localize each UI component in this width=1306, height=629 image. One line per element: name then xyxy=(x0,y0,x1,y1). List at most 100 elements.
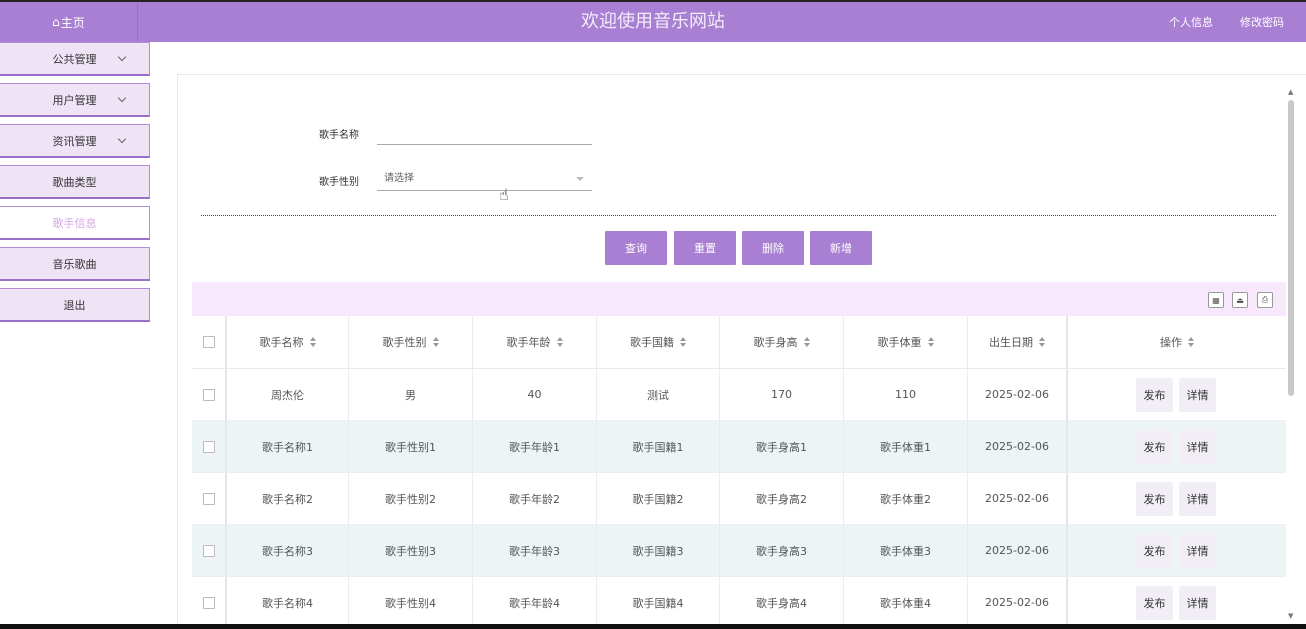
row-actions-cell: 发布 详情 xyxy=(1068,421,1286,472)
row-checkbox[interactable] xyxy=(202,440,215,453)
publish-button[interactable]: 发布 xyxy=(1136,429,1173,464)
delete-button[interactable]: 删除 xyxy=(742,231,804,265)
table-cell: 歌手名称2 xyxy=(227,473,349,524)
singer-gender-select[interactable]: 请选择 xyxy=(377,167,592,191)
sidebar-item-label: 退出 xyxy=(63,298,86,312)
publish-button[interactable]: 发布 xyxy=(1136,585,1173,620)
publish-button[interactable]: 发布 xyxy=(1136,481,1173,516)
search-button[interactable]: 查询 xyxy=(605,231,667,265)
table-row[interactable]: 歌手名称2 歌手性别2 歌手年龄2 歌手国籍2 歌手身高2 歌手体重2 2025-02-06… xyxy=(192,473,1286,525)
row-select-cell xyxy=(192,577,227,628)
table-row[interactable]: 歌手名称3 歌手性别3 歌手年龄3 歌手国籍3 歌手身高3 歌手体重3 2025-02-06… xyxy=(192,525,1286,577)
sidebar-item-users[interactable]: 用户管理 xyxy=(0,83,150,117)
sidebar-item-public[interactable]: 公共管理 xyxy=(0,42,150,76)
sort-icon[interactable] xyxy=(680,337,686,347)
sort-icon[interactable] xyxy=(1188,337,1194,347)
singer-name-input[interactable] xyxy=(377,121,592,145)
table-cell: 2025-02-06 xyxy=(968,421,1068,472)
site-title: 欢迎使用音乐网站 xyxy=(581,11,725,32)
row-select-cell xyxy=(192,473,227,524)
select-all-checkbox[interactable] xyxy=(202,336,215,348)
publish-button[interactable]: 发布 xyxy=(1136,533,1173,568)
sidebar-item-label: 用户管理 xyxy=(52,93,97,107)
header-gender[interactable]: 歌手性别 xyxy=(349,316,473,368)
sidebar-item-logout[interactable]: 退出 xyxy=(0,288,150,322)
sidebar-item-songs[interactable]: 音乐歌曲 xyxy=(0,247,150,281)
table-cell: 歌手性别4 xyxy=(349,577,473,628)
sort-icon[interactable] xyxy=(309,337,316,347)
scroll-down-icon[interactable]: ▼ xyxy=(1288,612,1293,620)
table-cell: 2025-02-06 xyxy=(968,473,1068,524)
sidebar-item-news[interactable]: 资讯管理 xyxy=(0,124,150,158)
details-button[interactable]: 详情 xyxy=(1179,481,1216,516)
header-actions[interactable]: 操作 xyxy=(1068,316,1286,368)
caret-down-icon xyxy=(576,177,584,181)
table-cell: 40 xyxy=(473,369,597,420)
table-cell: 歌手年龄1 xyxy=(473,421,597,472)
row-checkbox[interactable] xyxy=(202,544,215,557)
table-toolbar: ▦ ⏏ ⎙ xyxy=(192,282,1286,316)
details-button[interactable]: 详情 xyxy=(1179,429,1216,464)
header-birthdate[interactable]: 出生日期 xyxy=(968,316,1068,368)
table-row[interactable]: 歌手名称1 歌手性别1 歌手年龄1 歌手国籍1 歌手身高1 歌手体重1 2025-02-06… xyxy=(192,421,1286,473)
print-icon[interactable]: ⎙ xyxy=(1257,292,1273,308)
header-height[interactable]: 歌手身高 xyxy=(720,316,844,368)
row-select-cell xyxy=(192,525,227,576)
sidebar-item-label: 资讯管理 xyxy=(52,134,97,148)
table-cell: 歌手性别2 xyxy=(349,473,473,524)
row-checkbox[interactable] xyxy=(202,596,215,609)
row-checkbox[interactable] xyxy=(202,388,215,401)
change-password-link[interactable]: 修改密码 xyxy=(1240,14,1284,30)
home-button[interactable]: ⌂ 主页 xyxy=(0,2,138,42)
sidebar-item-song-types[interactable]: 歌曲类型 xyxy=(0,165,150,199)
details-button[interactable]: 详情 xyxy=(1179,377,1216,412)
reset-button[interactable]: 重置 xyxy=(674,231,736,265)
sidebar-item-singers[interactable]: 歌手信息 xyxy=(0,206,150,240)
sidebar-item-label: 音乐歌曲 xyxy=(52,257,97,271)
header-nationality[interactable]: 歌手国籍 xyxy=(597,316,720,368)
table-row[interactable]: 歌手名称4 歌手性别4 歌手年龄4 歌手国籍4 歌手身高4 歌手体重4 2025-02-06… xyxy=(192,577,1286,629)
columns-icon[interactable]: ▦ xyxy=(1208,292,1224,308)
table-cell: 歌手身高4 xyxy=(720,577,844,628)
sort-icon[interactable] xyxy=(803,337,810,347)
row-actions-cell: 发布 详情 xyxy=(1068,369,1286,420)
table-header: 歌手名称 歌手性别 歌手年龄 歌手国籍 歌手身高 歌手体重 出生日期 操作 xyxy=(192,316,1286,369)
home-icon: ⌂ xyxy=(52,15,60,29)
scrollbar-thumb[interactable] xyxy=(1288,100,1294,396)
table-cell: 歌手名称1 xyxy=(227,421,349,472)
table-cell: 歌手国籍1 xyxy=(597,421,720,472)
row-checkbox[interactable] xyxy=(202,492,215,505)
header-weight[interactable]: 歌手体重 xyxy=(844,316,968,368)
table-cell: 歌手性别1 xyxy=(349,421,473,472)
scroll-up-icon[interactable]: ▲ xyxy=(1288,88,1293,96)
table-cell: 男 xyxy=(349,369,473,420)
publish-button[interactable]: 发布 xyxy=(1136,377,1173,412)
header-name[interactable]: 歌手名称 xyxy=(227,316,349,368)
singer-name-label: 歌手名称 xyxy=(319,130,359,141)
select-placeholder: 请选择 xyxy=(384,173,414,184)
add-button[interactable]: 新增 xyxy=(810,231,872,265)
table-cell: 歌手年龄2 xyxy=(473,473,597,524)
table-cell: 歌手名称4 xyxy=(227,577,349,628)
table-cell: 歌手体重2 xyxy=(844,473,968,524)
table-cell: 170 xyxy=(720,369,844,420)
table-cell: 歌手身高3 xyxy=(720,525,844,576)
vertical-scrollbar[interactable]: ▲ ▼ xyxy=(1286,88,1298,620)
export-icon[interactable]: ⏏ xyxy=(1232,292,1248,308)
sort-icon[interactable] xyxy=(1039,337,1045,347)
table-cell: 歌手体重3 xyxy=(844,525,968,576)
profile-link[interactable]: 个人信息 xyxy=(1169,14,1213,30)
table-row[interactable]: 周杰伦男 40 测试 170 110 2025-02-06 发布 详情 xyxy=(192,369,1286,421)
sort-icon[interactable] xyxy=(556,337,563,347)
header-age[interactable]: 歌手年龄 xyxy=(473,316,597,368)
table-cell: 歌手体重1 xyxy=(844,421,968,472)
sort-icon[interactable] xyxy=(927,337,934,347)
details-button[interactable]: 详情 xyxy=(1179,585,1216,620)
sort-icon[interactable] xyxy=(432,337,439,347)
table-cell: 周杰伦 xyxy=(227,369,349,420)
table-cell: 2025-02-06 xyxy=(968,369,1068,420)
table-cell: 2025-02-06 xyxy=(968,525,1068,576)
table-cell: 2025-02-06 xyxy=(968,577,1068,628)
details-button[interactable]: 详情 xyxy=(1179,533,1216,568)
top-header: ⌂ 主页 欢迎使用音乐网站 个人信息 修改密码 xyxy=(0,0,1306,42)
